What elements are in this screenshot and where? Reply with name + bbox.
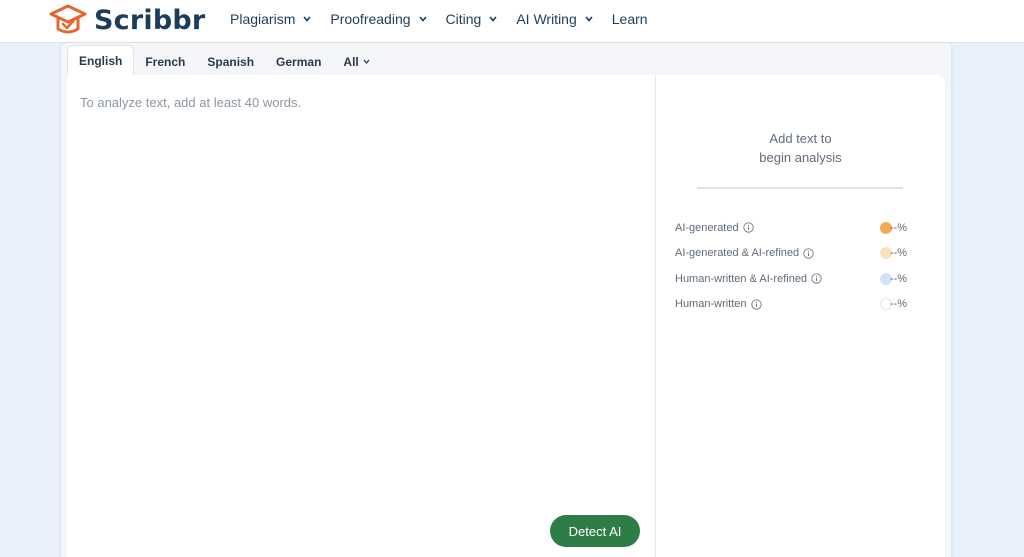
graduation-cap-logo-icon: [49, 4, 87, 34]
info-icon[interactable]: [811, 273, 822, 284]
info-icon[interactable]: [742, 222, 754, 233]
nav-item-ai-writing[interactable]: AI Writing: [516, 11, 593, 27]
results-pane: Add text to begin analysis AI-generated …: [656, 75, 945, 557]
nav-item-plagiarism[interactable]: Plagiarism: [230, 11, 311, 27]
legend-label: AI-generated & AI-refined: [675, 247, 800, 260]
chevron-down-icon: [303, 16, 311, 22]
nav-item-label: Proofreading: [330, 11, 411, 27]
nav-item-label: Plagiarism: [230, 11, 296, 27]
legend-label: Human-written: [675, 298, 747, 311]
legend-percentage: --%: [889, 272, 907, 285]
tab-all-languages-dropdown[interactable]: All: [332, 47, 380, 76]
info-icon[interactable]: [803, 248, 814, 259]
tab-english[interactable]: English: [67, 45, 135, 76]
ai-detector-tool: English French Spanish German All Detect…: [61, 43, 951, 557]
info-icon[interactable]: [750, 299, 762, 310]
scribbr-logo[interactable]: Scribbr: [49, 3, 205, 37]
results-legend: AI-generated --% AI-generated & AI-refin…: [675, 215, 929, 317]
tab-label: Spanish: [207, 54, 255, 69]
text-editor-pane: Detect AI: [67, 75, 656, 557]
legend-row-human-written-ai-refined: Human-written & AI-refined --%: [675, 266, 929, 292]
nav-item-proofreading[interactable]: Proofreading: [330, 11, 427, 27]
empty-message-line-1: Add text to: [769, 131, 832, 146]
tab-spanish[interactable]: Spanish: [196, 47, 265, 76]
legend-row-human-written: Human-written --%: [675, 292, 929, 318]
detect-ai-button[interactable]: Detect AI: [550, 515, 640, 547]
language-tabs: English French Spanish German All: [67, 45, 381, 76]
nav-item-label: Learn: [611, 11, 648, 27]
empty-message-line-2: begin analysis: [759, 150, 842, 165]
legend-label: Human-written & AI-refined: [675, 272, 808, 285]
tool-panel: Detect AI Add text to begin analysis AI-…: [67, 75, 945, 557]
main-nav: Plagiarism Proofreading Citing AI Writin…: [230, 0, 667, 38]
legend-percentage: --%: [889, 298, 907, 311]
tab-label: French: [145, 54, 186, 69]
tab-label: German: [276, 54, 322, 69]
chevron-down-icon: [489, 16, 497, 22]
chevron-down-icon: [363, 59, 370, 64]
top-navigation-bar: Scribbr Plagiarism Proofreading Citing A…: [0, 0, 1024, 43]
brand-name: Scribbr: [94, 4, 206, 36]
legend-label: AI-generated: [675, 221, 739, 234]
nav-item-label: AI Writing: [516, 11, 577, 27]
legend-percentage: --%: [889, 221, 907, 234]
tab-label: All: [343, 54, 359, 69]
text-input[interactable]: [80, 95, 640, 515]
results-divider: [697, 187, 903, 189]
tab-label: English: [79, 54, 123, 68]
nav-item-learn[interactable]: Learn: [612, 11, 648, 27]
empty-results-message: Add text to begin analysis: [656, 129, 945, 167]
nav-item-label: Citing: [445, 11, 482, 27]
chevron-down-icon: [585, 16, 593, 22]
chevron-down-icon: [418, 16, 427, 22]
tab-german[interactable]: German: [265, 47, 332, 76]
legend-percentage: --%: [889, 247, 907, 260]
tab-french[interactable]: French: [134, 47, 196, 76]
nav-item-citing[interactable]: Citing: [446, 11, 498, 27]
legend-row-ai-generated-ai-refined: AI-generated & AI-refined --%: [675, 241, 929, 267]
legend-row-ai-generated: AI-generated --%: [675, 215, 929, 241]
